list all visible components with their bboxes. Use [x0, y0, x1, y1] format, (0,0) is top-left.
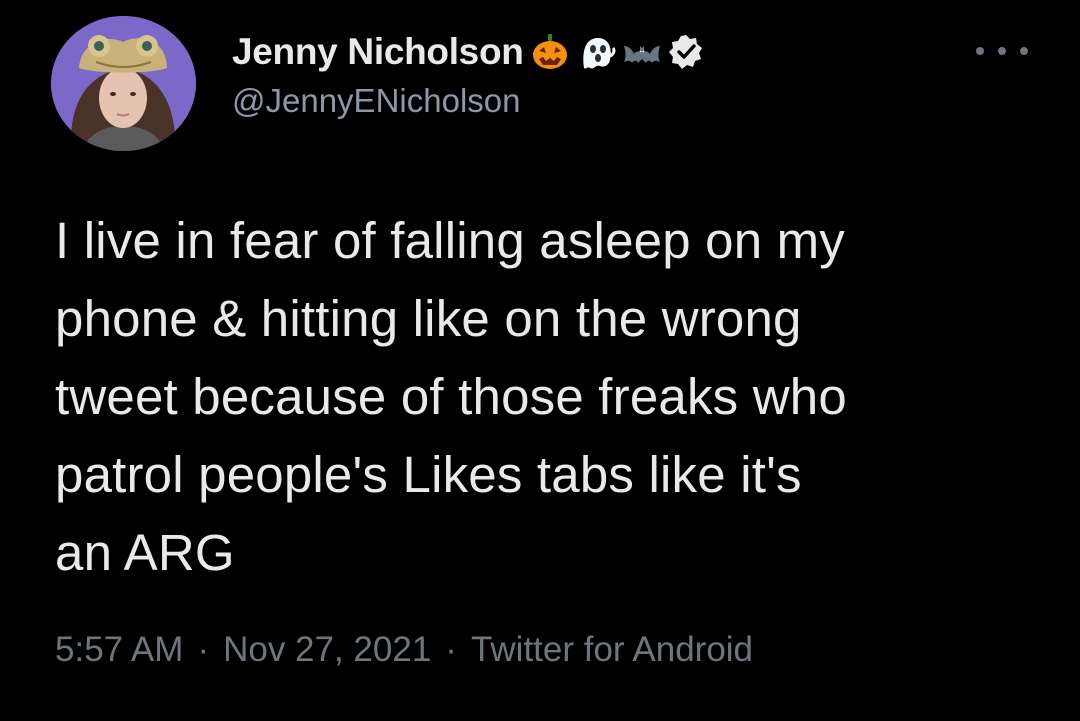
more-dot-icon	[1020, 47, 1028, 55]
verified-badge-icon	[666, 32, 706, 72]
avatar-image	[51, 16, 196, 151]
tweet-metadata: 5:57 AM · Nov 27, 2021 · Twitter for And…	[55, 630, 753, 670]
display-name[interactable]: Jenny Nicholson	[232, 31, 524, 73]
more-options-button[interactable]	[976, 36, 1028, 66]
more-dot-icon	[976, 47, 984, 55]
author-name-row: Jenny Nicholson	[232, 28, 706, 76]
author-handle[interactable]: @JennyENicholson	[232, 82, 520, 120]
avatar[interactable]	[51, 16, 196, 151]
tweet-source[interactable]: Twitter for Android	[471, 630, 753, 670]
tweet: Jenny Nicholson @JennyENicholson I live …	[0, 0, 1080, 721]
ghost-icon	[576, 32, 616, 72]
tweet-time[interactable]: 5:57 AM	[55, 630, 183, 670]
more-dot-icon	[998, 47, 1006, 55]
separator: ·	[197, 630, 210, 669]
tweet-date[interactable]: Nov 27, 2021	[223, 630, 431, 670]
jack-o-lantern-icon	[530, 32, 570, 72]
tweet-text: I live in fear of falling asleep on my p…	[55, 212, 847, 581]
bat-icon	[622, 32, 662, 72]
separator: ·	[445, 630, 457, 669]
